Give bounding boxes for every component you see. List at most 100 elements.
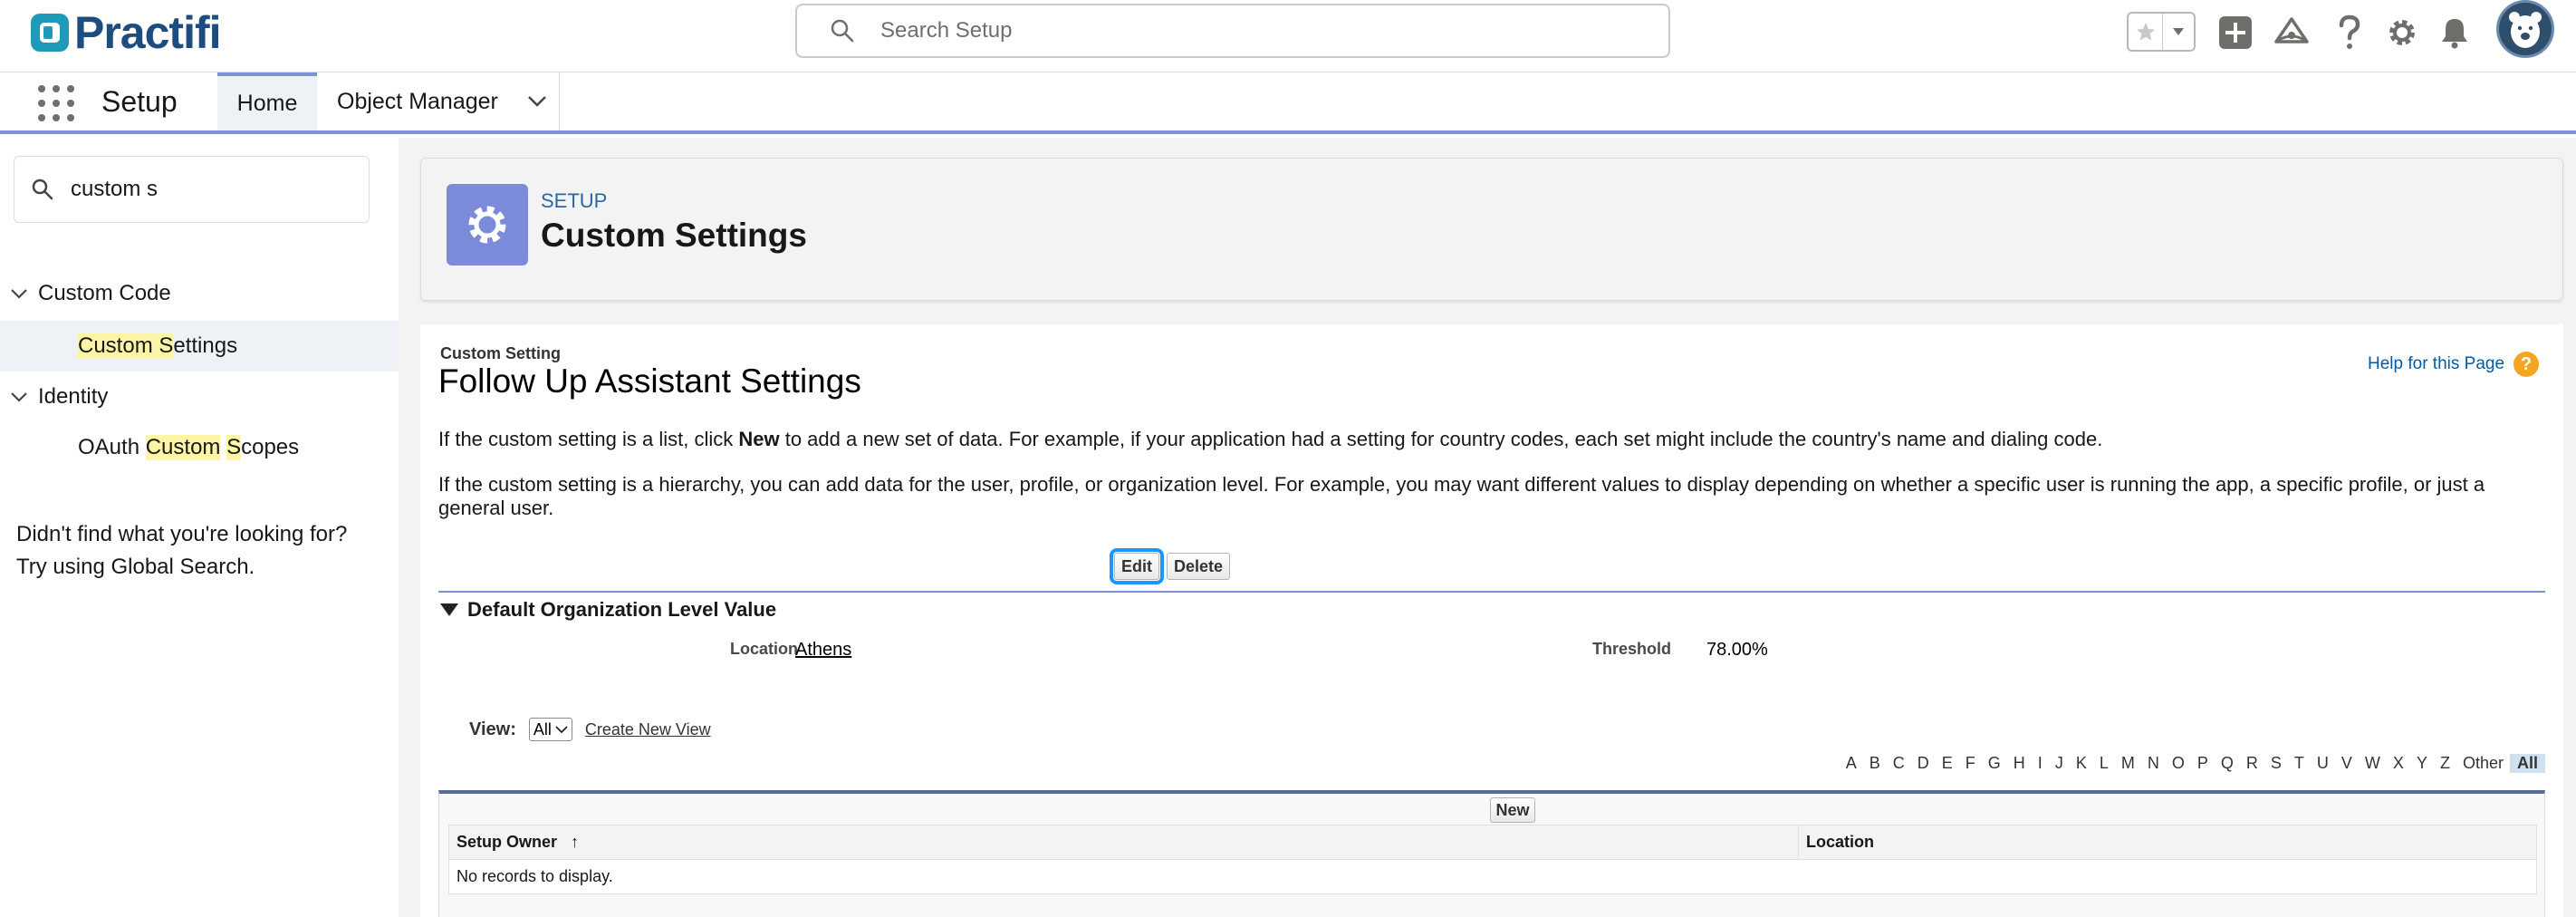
- view-label: View:: [469, 719, 516, 739]
- alpha-filter-z[interactable]: Z: [2434, 754, 2456, 773]
- favorite-star-icon[interactable]: [2129, 14, 2163, 50]
- search-icon: [32, 179, 53, 200]
- section-header-default-org-value[interactable]: Default Organization Level Value: [440, 598, 776, 622]
- tree-item-label: copes: [241, 435, 300, 459]
- alpha-filter-e[interactable]: E: [1936, 754, 1959, 773]
- alpha-filter-f[interactable]: F: [1959, 754, 1982, 773]
- alpha-filter-p[interactable]: P: [2191, 754, 2215, 773]
- global-actions-add-icon[interactable]: [2216, 13, 2255, 53]
- sort-ascending-icon: ↑: [571, 833, 580, 851]
- favorites-dropdown-icon[interactable]: [2163, 14, 2194, 50]
- app-launcher-icon[interactable]: [38, 85, 74, 121]
- alpha-filter-u[interactable]: U: [2311, 754, 2335, 773]
- quick-find-box[interactable]: [14, 156, 370, 223]
- alpha-filter-g[interactable]: G: [1982, 754, 2007, 773]
- delete-button[interactable]: Delete: [1167, 553, 1230, 580]
- tab-home-label: Home: [236, 90, 298, 116]
- setup-gear-icon[interactable]: [2382, 13, 2422, 53]
- alpha-filter-d[interactable]: D: [1911, 754, 1936, 773]
- alpha-filter-b[interactable]: B: [1863, 754, 1887, 773]
- alpha-filter-a[interactable]: A: [1840, 754, 1863, 773]
- records-table: Setup Owner ↑ Location No records to dis…: [448, 825, 2537, 894]
- alphabet-filter: A B C D E F G H I J K L M N O P Q R S T U V W X Y Z Other All: [1706, 752, 2545, 774]
- global-search-box[interactable]: [795, 4, 1670, 58]
- help-for-this-page-link[interactable]: Help for this Page ?: [2368, 352, 2540, 377]
- column-label: Location: [1806, 833, 1874, 851]
- edit-button[interactable]: Edit: [1110, 548, 1164, 584]
- para-line-2: general user.: [438, 497, 554, 519]
- help-icon[interactable]: [2330, 13, 2369, 53]
- alpha-filter-other[interactable]: Other: [2456, 754, 2510, 773]
- custom-setting-detail: Custom Setting Follow Up Assistant Setti…: [420, 324, 2563, 917]
- tree-node-custom-code[interactable]: Custom Code: [0, 268, 399, 319]
- empty-message: No records to display.: [448, 859, 2537, 894]
- global-search-input[interactable]: [880, 18, 1514, 43]
- chevron-down-icon: [555, 726, 568, 734]
- para-bold: New: [738, 428, 780, 450]
- not-found-line-2: Try using Global Search.: [16, 555, 255, 579]
- help-link-label: Help for this Page: [2368, 354, 2505, 373]
- alpha-filter-y[interactable]: Y: [2410, 754, 2434, 773]
- alpha-filter-r[interactable]: R: [2240, 754, 2264, 773]
- table-header-row: Setup Owner ↑ Location: [448, 825, 2537, 860]
- alpha-filter-s[interactable]: S: [2264, 754, 2288, 773]
- new-button[interactable]: New: [1490, 797, 1535, 823]
- para-line-1: If the custom setting is a hierarchy, yo…: [438, 473, 2485, 496]
- tree-node-identity[interactable]: Identity: [0, 372, 399, 422]
- alpha-filter-i[interactable]: I: [2032, 754, 2049, 773]
- tab-object-manager-label: Object Manager: [337, 88, 498, 114]
- favorites-group[interactable]: [2127, 12, 2196, 52]
- tree-node-label: Identity: [38, 384, 109, 409]
- alpha-filter-v[interactable]: V: [2335, 754, 2359, 773]
- tree-item-label-space: [220, 435, 226, 460]
- collapse-triangle-icon[interactable]: [440, 603, 458, 616]
- tree-item-oauth-custom-scopes[interactable]: OAuth Custom Scopes: [0, 422, 399, 473]
- alpha-filter-j[interactable]: J: [2049, 754, 2070, 773]
- alpha-filter-k[interactable]: K: [2070, 754, 2093, 773]
- field-label-threshold: Threshold: [1592, 640, 1672, 658]
- tab-home[interactable]: Home: [217, 72, 317, 130]
- column-header-location[interactable]: Location: [1798, 825, 2537, 860]
- not-found-line-1: Didn't find what you're looking for?: [16, 522, 348, 546]
- alpha-filter-all[interactable]: All: [2509, 753, 2545, 773]
- view-select[interactable]: All: [528, 718, 572, 741]
- list-view-controls: View: All Create New View: [469, 718, 711, 741]
- global-header: Practifi: [0, 0, 2576, 72]
- chevron-down-icon[interactable]: [527, 95, 547, 108]
- quick-find-input[interactable]: [71, 177, 342, 202]
- practifi-logo[interactable]: Practifi: [29, 5, 222, 60]
- user-avatar[interactable]: [2496, 0, 2554, 58]
- chevron-down-icon[interactable]: [0, 288, 38, 299]
- column-header-setup-owner[interactable]: Setup Owner ↑: [448, 825, 1799, 860]
- field-value-location[interactable]: Athens: [795, 640, 851, 661]
- tree-item-label: ettings: [173, 333, 238, 358]
- alpha-filter-h[interactable]: H: [2007, 754, 2032, 773]
- alpha-filter-c[interactable]: C: [1887, 754, 1911, 773]
- trailhead-guidance-icon[interactable]: [2272, 13, 2312, 53]
- help-question-icon[interactable]: ?: [2514, 352, 2540, 377]
- alpha-filter-t[interactable]: T: [2288, 754, 2311, 773]
- main-content-area: SETUP Custom Settings Custom Setting Fol…: [399, 138, 2576, 917]
- setup-sidebar: Custom Code Custom Settings Identity OAu…: [0, 138, 399, 917]
- help-paragraph-hierarchy: If the custom setting is a hierarchy, yo…: [438, 473, 2522, 520]
- create-new-view-link[interactable]: Create New View: [585, 720, 711, 739]
- record-title: Follow Up Assistant Settings: [438, 362, 861, 400]
- search-icon: [831, 19, 854, 43]
- para-text: to add a new set of data. For example, i…: [779, 428, 2103, 450]
- alpha-filter-o[interactable]: O: [2166, 754, 2191, 773]
- chevron-down-icon[interactable]: [0, 391, 38, 402]
- alpha-filter-q[interactable]: Q: [2215, 754, 2240, 773]
- tree-node-label: Custom Code: [38, 281, 171, 305]
- tree-item-label: OAuth: [78, 435, 146, 459]
- alpha-filter-l[interactable]: L: [2093, 754, 2115, 773]
- alpha-filter-x[interactable]: X: [2387, 754, 2410, 773]
- view-select-value: All: [533, 719, 552, 738]
- column-label: Setup Owner: [457, 833, 558, 851]
- search-highlight: Custom: [145, 435, 221, 460]
- tree-item-custom-settings[interactable]: Custom Settings: [0, 321, 399, 372]
- alpha-filter-n[interactable]: N: [2141, 754, 2166, 773]
- notifications-bell-icon[interactable]: [2435, 13, 2475, 53]
- alpha-filter-w[interactable]: W: [2359, 754, 2387, 773]
- tab-object-manager[interactable]: Object Manager: [317, 72, 560, 130]
- alpha-filter-m[interactable]: M: [2115, 754, 2141, 773]
